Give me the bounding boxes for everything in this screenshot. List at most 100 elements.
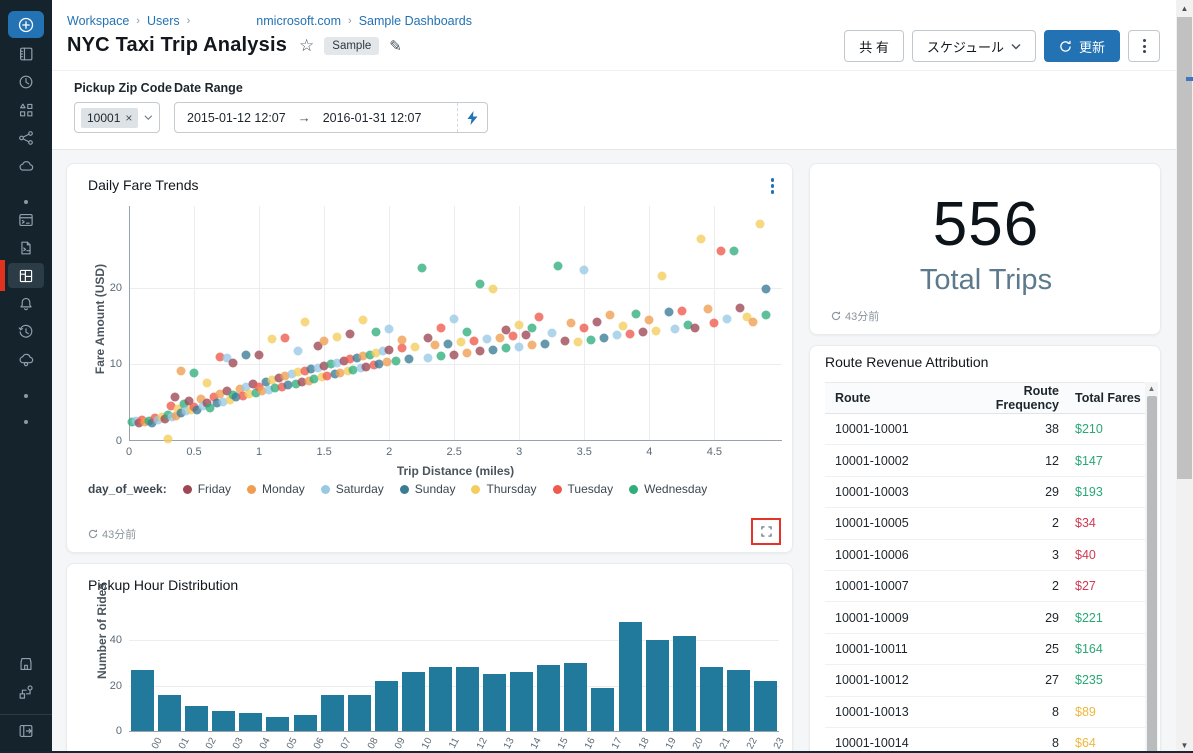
breadcrumb-users[interactable]: Users xyxy=(147,14,180,28)
breadcrumb-sample-dashboards[interactable]: Sample Dashboards xyxy=(359,14,472,28)
legend-swatch xyxy=(320,484,330,494)
refresh-button[interactable]: 更新 xyxy=(1043,30,1120,62)
scatter-point xyxy=(495,333,505,343)
route-cell: 10001-10001 xyxy=(835,422,909,437)
x-axis-line xyxy=(129,440,782,441)
sidebar-item-data-ingestion[interactable] xyxy=(8,347,44,372)
scatter-point xyxy=(228,358,238,368)
column-header-fares[interactable]: Total Fares xyxy=(1063,391,1141,405)
scatter-point xyxy=(722,314,732,324)
sidebar-item-workflows[interactable] xyxy=(8,125,44,150)
legend-item-tuesday[interactable]: Tuesday xyxy=(552,482,613,496)
sidebar-item-queries[interactable] xyxy=(8,235,44,260)
sidebar-item-marketplace[interactable] xyxy=(8,651,44,676)
legend-label: Thursday xyxy=(486,482,537,496)
scatter-point xyxy=(163,434,173,444)
date-start-value[interactable]: 2015-01-12 12:07 xyxy=(175,111,298,125)
table-scrollbar[interactable]: ▲ xyxy=(1145,382,1158,753)
route-cell: 10001-10007 xyxy=(835,579,909,594)
page-scrollbar[interactable]: ▲ ▼ xyxy=(1176,0,1193,753)
scroll-up-arrow-icon[interactable]: ▲ xyxy=(1176,0,1193,16)
breadcrumb-user-domain[interactable]: nmicrosoft.com xyxy=(256,14,341,28)
breadcrumb-separator: › xyxy=(136,15,140,27)
sidebar-item-dashboards[interactable] xyxy=(0,260,44,291)
edit-pencil-icon[interactable]: ✎ xyxy=(389,37,402,55)
scatter-point xyxy=(553,261,563,271)
scatter-plot: 0 0.5 1 1.5 2 2.5 3 3.5 4 4.5 0 10 20 xyxy=(110,206,782,458)
scatter-point xyxy=(508,331,518,341)
new-button[interactable] xyxy=(8,11,44,38)
sidebar-item-partner-connect[interactable] xyxy=(8,679,44,704)
chevron-down-icon xyxy=(144,115,153,121)
legend-label: Friday xyxy=(197,482,232,496)
table-scrollbar-thumb[interactable] xyxy=(1146,396,1157,753)
column-header-route[interactable]: Route xyxy=(835,391,953,405)
legend-item-thursday[interactable]: Thursday xyxy=(471,482,537,496)
bar xyxy=(185,706,209,731)
legend-swatch xyxy=(471,484,481,494)
breadcrumb-workspace[interactable]: Workspace xyxy=(67,14,129,28)
daily-fare-trends-card: Daily Fare Trends Fare Amount (USD) 0 0.5… xyxy=(66,163,793,553)
redacted-area xyxy=(411,37,507,54)
scatter-point xyxy=(599,333,609,343)
favorite-star-icon[interactable]: ☆ xyxy=(299,36,314,56)
expand-fullscreen-icon[interactable] xyxy=(755,522,777,541)
scatter-point xyxy=(410,342,420,352)
sidebar-item-catalog[interactable] xyxy=(8,97,44,122)
column-header-frequency[interactable]: Route Frequency xyxy=(957,384,1059,412)
page-title: NYC Taxi Trip Analysis xyxy=(67,34,288,56)
scroll-up-arrow-icon[interactable]: ▲ xyxy=(1145,384,1158,393)
sidebar-item-alerts[interactable] xyxy=(8,291,44,316)
scatter-card-title: Daily Fare Trends xyxy=(88,177,199,193)
y-tick-label: 20 xyxy=(109,281,122,294)
sidebar-item-workspace[interactable] xyxy=(8,41,44,66)
bar xyxy=(158,694,182,731)
bar xyxy=(456,667,479,731)
sidebar-item-compute[interactable] xyxy=(8,153,44,178)
dashboard-page: Workspace › Users › nmicrosoft.com › Sam… xyxy=(0,0,1193,753)
sidebar xyxy=(0,0,52,753)
schedule-button[interactable]: スケジュール xyxy=(911,30,1036,62)
frequency-cell: 38 xyxy=(1045,422,1059,437)
legend-item-saturday[interactable]: Saturday xyxy=(320,482,384,496)
zip-filter-select[interactable]: 10001 × xyxy=(74,102,160,133)
scatter-card-kebab-menu[interactable] xyxy=(767,174,779,198)
date-end-value[interactable]: 2016-01-31 12:07 xyxy=(311,111,434,125)
chip-remove-icon[interactable]: × xyxy=(125,111,132,125)
scatter-updated-status: 43分前 xyxy=(88,526,136,542)
legend-item-wednesday[interactable]: Wednesday xyxy=(629,482,707,496)
legend-swatch xyxy=(182,484,192,494)
scatter-point xyxy=(404,354,414,364)
share-button[interactable]: 共 有 xyxy=(844,30,904,62)
scatter-point xyxy=(436,323,446,333)
quick-range-bolt-icon[interactable] xyxy=(457,103,487,132)
sidebar-item-recents[interactable] xyxy=(8,69,44,94)
legend-item-friday[interactable]: Friday xyxy=(182,482,232,496)
date-range-input[interactable]: 2015-01-12 12:07 → 2016-01-31 12:07 xyxy=(174,102,488,133)
legend-item-sunday[interactable]: Sunday xyxy=(399,482,455,496)
counter-updated-status: 43分前 xyxy=(831,308,879,324)
legend-item-monday[interactable]: Monday xyxy=(247,482,305,496)
sidebar-item-sql-editor[interactable] xyxy=(8,207,44,232)
frequency-cell: 29 xyxy=(1045,610,1059,625)
main-area: Workspace › Users › nmicrosoft.com › Sam… xyxy=(52,0,1176,753)
x-tick-label: 1.5 xyxy=(316,446,332,458)
bar xyxy=(483,674,507,731)
bar xyxy=(239,712,263,731)
page-kebab-menu-button[interactable] xyxy=(1128,30,1160,62)
gridline xyxy=(454,206,456,441)
frequency-cell: 2 xyxy=(1052,516,1059,531)
breadcrumb-separator: › xyxy=(348,15,352,27)
scatter-point xyxy=(651,326,661,336)
page-scrollbar-thumb[interactable] xyxy=(1177,17,1192,479)
bar xyxy=(753,681,777,731)
scroll-marker xyxy=(1186,77,1193,81)
frequency-cell: 12 xyxy=(1045,453,1059,468)
bar xyxy=(374,681,398,731)
sidebar-collapse[interactable] xyxy=(8,718,44,743)
sidebar-item-query-history[interactable] xyxy=(8,319,44,344)
scatter-x-axis-title: Trip Distance (miles) xyxy=(396,464,515,478)
bar-plot: 0 20 40 00 01 02 03 04 05 06 07 08 09 10 11 12 13 14 15 16 1… xyxy=(110,622,787,751)
zip-chip: 10001 × xyxy=(81,107,139,128)
legend-title: day_of_week: xyxy=(88,482,167,496)
